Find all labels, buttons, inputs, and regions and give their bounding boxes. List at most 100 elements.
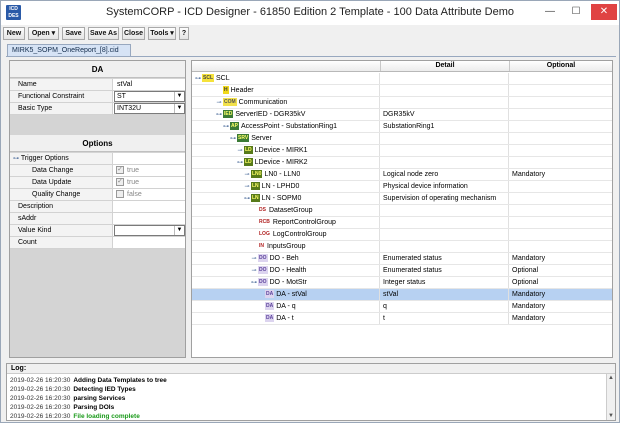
prop-label: Data Change (10, 165, 113, 176)
tools-menu-button[interactable]: Tools ▾ (148, 27, 176, 40)
open-menu-button[interactable]: Open ▾ (28, 27, 59, 40)
tree-node[interactable]: DA DA - q (257, 301, 296, 312)
tree-row[interactable]: RCB ReportControlGroup (192, 217, 612, 229)
tree-node[interactable]: ⊶ LN LN - SOPM0 (243, 193, 301, 204)
optional-cell: Mandatory (512, 303, 546, 310)
options-section-header: Options (10, 135, 185, 152)
prop-row-basic-type: Basic Type INT32U ▼ (10, 103, 185, 115)
expand-toggle-icon[interactable]: ⊸ (243, 182, 251, 193)
tree-node[interactable]: ⊸ DO DO - Beh (250, 253, 299, 264)
maximize-button[interactable]: ☐ (565, 4, 587, 20)
expand-toggle-icon[interactable]: ⊸ (250, 266, 258, 277)
tree-row[interactable]: LOG LogControlGroup (192, 229, 612, 241)
document-tab[interactable]: MIRK5_SOPM_OneReport_[8].cid (7, 44, 131, 56)
tree-row[interactable]: ⊶ LN LN - SOPM0 Supervision of operating me… (192, 193, 612, 205)
quality-change-checkbox[interactable] (116, 190, 124, 198)
expand-toggle-icon[interactable]: ⊶ (222, 122, 230, 133)
count-field[interactable] (114, 237, 185, 248)
data-update-checkbox[interactable]: ✓ (116, 178, 124, 186)
tree-node-cell: IN InputsGroup (192, 241, 380, 252)
log-title: Log: (7, 364, 615, 374)
close-file-button[interactable]: Close (122, 27, 145, 40)
tree-row[interactable]: ⊸ DO DO - Health Enumerated status Optional (192, 265, 612, 277)
tree-row[interactable]: ⊶ SRV Server (192, 133, 612, 145)
expand-icon[interactable]: ⊶ (13, 156, 19, 162)
save-as-button[interactable]: Save As (88, 27, 119, 40)
expand-toggle-icon[interactable]: ⊸ (250, 254, 258, 265)
scroll-up-icon[interactable]: ▲ (607, 374, 615, 382)
tree-row[interactable]: DS DatasetGroup (192, 205, 612, 217)
optional-cell (510, 241, 612, 252)
expand-toggle-icon[interactable]: ⊶ (215, 110, 223, 121)
tree-node[interactable]: ⊶ LD LDevice - MIRK2 (236, 157, 308, 168)
basic-type-select[interactable]: INT32U ▼ (114, 103, 185, 114)
expand-toggle-icon[interactable]: ⊸ (243, 170, 251, 181)
tree-node-cell: ⊶ LD LDevice - MIRK2 (192, 157, 380, 168)
tree-node[interactable]: DS DatasetGroup (250, 205, 313, 216)
optional-cell (510, 193, 612, 204)
tree-node-label: Communication (238, 99, 288, 106)
saddr-field[interactable] (114, 213, 185, 224)
expand-toggle-icon[interactable]: ⊸ (236, 146, 244, 157)
scroll-down-icon[interactable]: ▼ (607, 412, 615, 420)
tree-node[interactable]: ⊶ IED ServerIED - DGR35kV (215, 109, 305, 120)
tree-row[interactable]: DA DA - q q Mandatory (192, 301, 612, 313)
tree-row[interactable]: ⊸ LN LN - LPHD0 Physical device information (192, 181, 612, 193)
save-button[interactable]: Save (62, 27, 85, 40)
tree-node[interactable]: LOG LogControlGroup (250, 229, 327, 240)
tree-node[interactable]: ⊸ LD LDevice - MIRK1 (236, 145, 308, 156)
com-node-icon: COM (223, 98, 237, 106)
column-header-detail[interactable]: Detail (381, 61, 510, 71)
tree-row[interactable]: ⊸ COM Communication (192, 97, 612, 109)
close-window-button[interactable]: ✕ (591, 4, 617, 20)
tree-node[interactable]: ⊸ LN0 LN0 - LLN0 (243, 169, 300, 180)
tree-node[interactable]: ⊶ SCL SCL (194, 73, 230, 84)
tree-node[interactable]: DA DA - stVal (257, 289, 307, 300)
expand-toggle-icon[interactable]: ⊶ (229, 134, 237, 145)
tree-node-cell: ⊶ SRV Server (192, 133, 380, 144)
tree-row[interactable]: DA DA - stVal stVal Mandatory (192, 289, 612, 301)
value-kind-select[interactable]: ▼ (114, 225, 185, 236)
log-scrollbar[interactable]: ▲ ▼ (606, 374, 615, 420)
expand-toggle-icon[interactable]: ⊶ (194, 74, 202, 85)
tree-row[interactable]: ⊶ LD LDevice - MIRK2 (192, 157, 612, 169)
tree-row[interactable]: H Header (192, 85, 612, 97)
minimize-button[interactable]: — (539, 4, 561, 20)
tree-row[interactable]: ⊶ DO DO - MotStr Integer status Optional (192, 277, 612, 289)
column-header-optional[interactable]: Optional (510, 61, 612, 71)
data-change-checkbox[interactable]: ✓ (116, 166, 124, 174)
optional-cell (510, 85, 612, 96)
tree-node-cell: ⊸ DO DO - Health (192, 265, 380, 276)
tree-node-label: LogControlGroup (272, 231, 327, 238)
tree-node[interactable]: ⊸ DO DO - Health (250, 265, 306, 276)
functional-constraint-select[interactable]: ST ▼ (114, 91, 185, 102)
tree-node[interactable]: DA DA - t (257, 313, 294, 324)
tree-row[interactable]: ⊸ LD LDevice - MIRK1 (192, 145, 612, 157)
tree-node[interactable]: ⊸ COM Communication (215, 97, 287, 108)
tree-row[interactable]: ⊸ LN0 LN0 - LLN0 Logical node zero Mandatory (192, 169, 612, 181)
tree-row[interactable]: DA DA - t t Mandatory (192, 313, 612, 325)
optional-cell (510, 109, 612, 120)
new-button[interactable]: New (3, 27, 25, 40)
expand-toggle-icon[interactable]: ⊸ (215, 98, 223, 109)
expand-toggle-icon[interactable]: ⊶ (236, 158, 244, 169)
tree-node[interactable]: ⊶ DO DO - MotStr (250, 277, 307, 288)
tree-row[interactable]: ⊶ AP AccessPoint - SubstationRing1 Substati… (192, 121, 612, 133)
tree-node[interactable]: ⊸ LN LN - LPHD0 (243, 181, 299, 192)
tree-row[interactable]: ⊶ SCL SCL (192, 73, 612, 85)
description-field[interactable] (114, 201, 185, 212)
tree-node[interactable]: IN InputsGroup (250, 241, 306, 252)
data-update-value: true (127, 179, 140, 186)
tree-row[interactable]: ⊶ IED ServerIED - DGR35kV DGR35kV (192, 109, 612, 121)
tree-node[interactable]: RCB ReportControlGroup (250, 217, 336, 228)
expand-toggle-icon[interactable]: ⊶ (243, 194, 251, 205)
tree-row[interactable]: ⊸ DO DO - Beh Enumerated status Mandatory (192, 253, 612, 265)
tree-node[interactable]: H Header (215, 85, 254, 96)
column-header-name[interactable] (192, 61, 381, 71)
tree-row[interactable]: IN InputsGroup (192, 241, 612, 253)
tree-node[interactable]: ⊶ AP AccessPoint - SubstationRing1 (222, 121, 337, 132)
help-button[interactable]: ? (179, 27, 189, 40)
expand-toggle-icon[interactable]: ⊶ (250, 278, 258, 289)
name-field[interactable]: stVal (114, 79, 185, 90)
tree-node[interactable]: ⊶ SRV Server (229, 133, 272, 144)
